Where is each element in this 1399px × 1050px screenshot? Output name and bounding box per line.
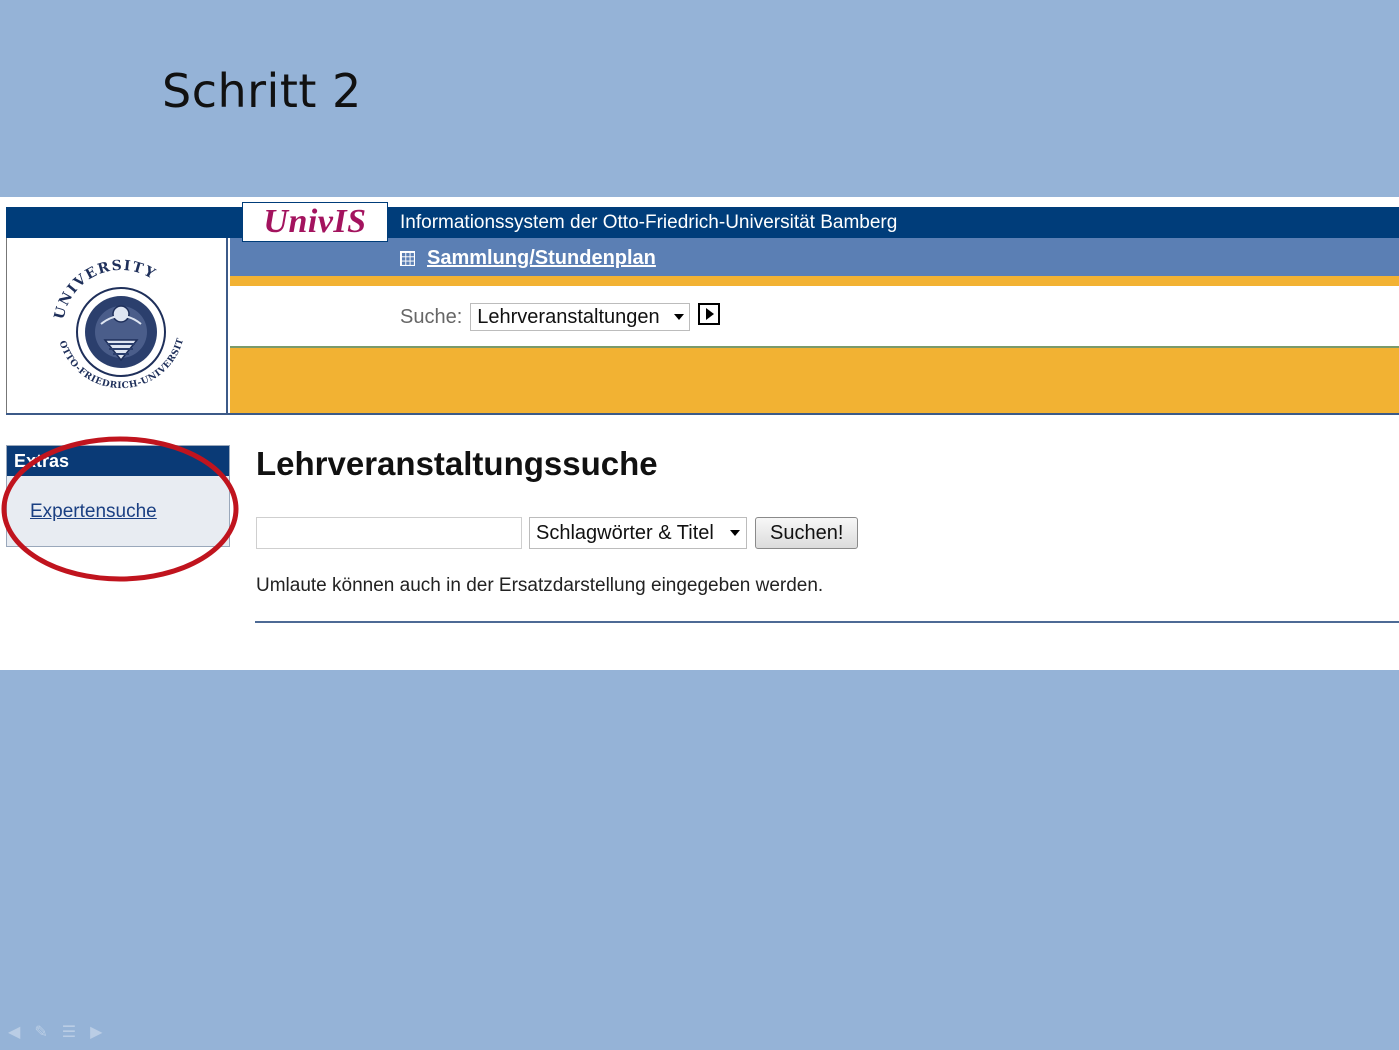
university-seal-box: UNIVERSITY OTTO-FRIEDRICH-UNIVERSITÄT BA…: [6, 238, 228, 413]
slide-title: Schritt 2: [162, 64, 362, 118]
sidebar-header: Extras: [7, 446, 229, 476]
search-type-select[interactable]: Lehrveranstaltungen: [470, 303, 691, 331]
umlaut-hint: Umlaute können auch in der Ersatzdarstel…: [256, 575, 824, 596]
search-field-value: Schlagwörter & Titel: [536, 521, 714, 544]
page-title: Lehrveranstaltungssuche: [256, 445, 658, 482]
univis-screenshot: UnivIS Informationssystem der Otto-Fried…: [0, 197, 1399, 670]
sidebar-link-expert-search[interactable]: Expertensuche: [30, 501, 157, 523]
nav-link-collection[interactable]: Sammlung/Stundenplan: [427, 247, 656, 270]
univis-logo[interactable]: UnivIS: [242, 202, 388, 242]
nav-accent-strip: [230, 276, 1399, 286]
next-icon[interactable]: ▶: [90, 1022, 102, 1042]
header-bottom-line: [6, 413, 1399, 415]
menu-icon[interactable]: ☰: [62, 1022, 76, 1042]
search-input[interactable]: [256, 517, 522, 549]
search-type-value: Lehrveranstaltungen: [477, 305, 660, 328]
chevron-down-icon: [673, 314, 684, 320]
query-row: Schlagwörter & Titel Suchen!: [256, 517, 859, 549]
previous-icon[interactable]: ◀: [8, 1022, 20, 1042]
search-button[interactable]: Suchen!: [755, 517, 859, 549]
chevron-down-icon: [730, 530, 740, 536]
sidebar-extras: Extras Expertensuche: [6, 445, 230, 547]
logo-text: UnivIS: [263, 203, 367, 240]
search-row: Suche: Lehrveranstaltungen: [400, 303, 721, 331]
pen-icon[interactable]: ✎: [34, 1022, 47, 1042]
nav-collection[interactable]: Sammlung/Stundenplan: [400, 247, 656, 270]
grid-icon: [400, 251, 415, 266]
search-label: Suche:: [400, 305, 463, 328]
go-button[interactable]: [698, 303, 721, 325]
orange-band: [230, 348, 1399, 413]
main-divider: [255, 621, 1399, 623]
slide-controls: ◀ ✎ ☰ ▶: [8, 1022, 102, 1042]
play-icon: [706, 308, 715, 320]
university-seal-icon: UNIVERSITY OTTO-FRIEDRICH-UNIVERSITÄT BA…: [41, 248, 186, 391]
header-title: Informationssystem der Otto-Friedrich-Un…: [400, 212, 898, 233]
search-field-select[interactable]: Schlagwörter & Titel: [529, 517, 747, 549]
